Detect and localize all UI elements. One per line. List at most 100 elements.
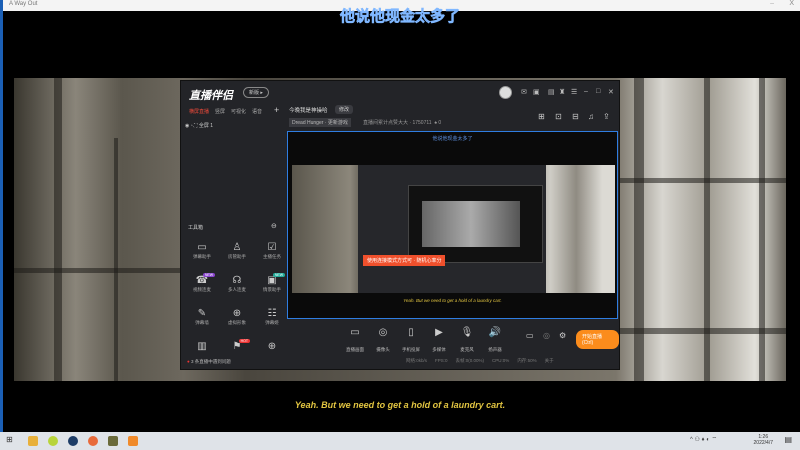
taskbar-app-icon[interactable] — [128, 436, 138, 446]
chinese-subtitle: 他说他现金太多了 — [339, 8, 461, 26]
control-5[interactable]: 🔊 扬声器 — [481, 327, 509, 356]
box-icon[interactable]: ▤ — [548, 88, 555, 96]
taskbar-app-icon[interactable] — [48, 436, 58, 446]
tool-item[interactable]: ♙ 房管助手 — [220, 242, 254, 260]
avatar[interactable] — [499, 86, 512, 99]
tab-landscape[interactable]: 横屏直播 — [189, 108, 209, 115]
status-item: 网络:0kb/s — [406, 358, 428, 363]
scene-name: 全屏 1 — [198, 123, 213, 129]
taskbar: ⊞ ^ ⚇ ♦ ◐ ⌔ 1:26 2022/4/7 ▤ — [0, 432, 800, 450]
preview-nested-app — [358, 165, 546, 293]
control-label: 手机投屏 — [402, 347, 420, 352]
help-notice[interactable]: ● 3 条直播中遇到问题 — [187, 359, 231, 365]
tool-item[interactable]: ▥ — [185, 341, 219, 353]
eye-icon[interactable]: ◎ — [543, 331, 550, 340]
camera-box-icon[interactable]: ▭ — [526, 331, 534, 340]
start-live-button[interactable]: 开始直播(Ctrl) — [576, 330, 619, 349]
room-stats: 直播间累计点赞大大 · 1750711 ♠ 0 — [363, 120, 442, 126]
help-notice-text: 3 条直播中遇到问题 — [190, 359, 231, 364]
preview-subtitle: Yeah. But we need to get a hold of a lau… — [403, 298, 502, 303]
control-3[interactable]: ▶ 多媒体 — [425, 327, 453, 356]
tool-label: 房管助手 — [228, 254, 246, 259]
record-icon[interactable]: ⊟ — [572, 112, 579, 121]
status-item: 内存:50% — [517, 358, 537, 363]
tool-label: 视频连麦 — [193, 287, 211, 292]
status-item: FPS:0 — [435, 358, 448, 363]
mail-icon[interactable]: ✉ — [521, 88, 527, 96]
tab-portrait[interactable]: 竖屏 — [215, 108, 225, 115]
tool-label: 弹幕助手 — [193, 254, 211, 259]
bell-icon[interactable]: ♫ — [588, 112, 594, 121]
tab-visual[interactable]: 可视化 — [231, 108, 246, 115]
stream-preview[interactable]: 他说他现金太多了 使用连接模式方式可 · 随机心率分 Yeah. But we … — [287, 131, 618, 319]
tool-icon: ⊕ — [232, 308, 242, 319]
control-0[interactable]: ▭ 直播画面 — [341, 327, 369, 356]
taskbar-app-icon[interactable] — [28, 436, 38, 446]
clock[interactable]: 1:26 2022/4/7 — [754, 434, 773, 446]
maximize-icon[interactable]: □ — [596, 88, 600, 95]
taskbar-app-icon[interactable] — [88, 436, 98, 446]
tool-item[interactable]: ☎ 视频连麦 NEW — [185, 273, 219, 293]
taskbar-app-icon[interactable] — [108, 436, 118, 446]
tool-label: 弹幕墙 — [195, 320, 209, 325]
window-border — [0, 11, 3, 432]
start-icon[interactable]: ⊞ — [6, 435, 13, 444]
tool-icon: ⚑ — [232, 341, 242, 352]
tool-item[interactable]: ☷ 弹幕姬 — [255, 308, 289, 326]
gift-icon[interactable]: ⊞ — [538, 112, 545, 121]
control-2[interactable]: ▯ 手机投屏 — [397, 327, 425, 356]
tool-item[interactable]: ▭ 弹幕助手 — [185, 242, 219, 260]
tool-item[interactable]: ☊ 多人连麦 — [220, 275, 254, 293]
tool-label: 弹幕姬 — [265, 320, 279, 325]
english-subtitle: Yeah. But we need to get a hold of a lau… — [294, 400, 506, 410]
tool-item[interactable]: ▣ 情景助手 NEW — [255, 273, 289, 293]
lock-icon[interactable]: ⊡ — [555, 112, 562, 121]
tool-item[interactable]: ⊕ — [255, 341, 289, 353]
minimize-icon[interactable]: – — [584, 88, 588, 95]
tool-item[interactable]: ⚑ HOT — [220, 339, 254, 353]
tool-item[interactable]: ✎ 弹幕墙 — [185, 308, 219, 326]
control-label: 麦克风 — [460, 347, 474, 352]
version-button[interactable]: 新版 ▸ — [243, 87, 269, 98]
room-title[interactable]: 今晚我是神操哈 — [289, 106, 328, 114]
tool-label: 情景助手 — [263, 287, 281, 292]
category-selector[interactable]: Dread Hunger · 更新游戏 — [289, 118, 351, 127]
close-icon[interactable]: ✕ — [608, 88, 614, 96]
share-icon[interactable]: ⇪ — [603, 112, 610, 121]
app-logo: 直播伴侣 — [189, 90, 233, 102]
tool-icon: ☷ — [267, 308, 277, 319]
status-item: 丢帧:0(0.00%) — [455, 358, 485, 363]
control-1[interactable]: ◎ 摄像头 — [369, 327, 397, 356]
menu-icon[interactable]: ☰ — [571, 88, 577, 96]
tool-label: 虚拟形象 — [228, 320, 246, 325]
tool-item[interactable]: ⊕ 虚拟形象 — [220, 308, 254, 326]
preview-scene: 使用连接模式方式可 · 随机心率分 — [292, 165, 615, 293]
taskbar-app-icon[interactable] — [68, 436, 78, 446]
preview-tip: 使用连接模式方式可 · 随机心率分 — [363, 255, 446, 266]
add-scene-button[interactable]: + — [274, 105, 279, 115]
system-tray[interactable]: ^ ⚇ ♦ ◐ ⌔ — [690, 435, 717, 443]
settings-icon[interactable]: ⚙ — [559, 331, 566, 340]
notification-icon[interactable]: ▤ — [784, 435, 792, 444]
control-icon: ▯ — [408, 327, 414, 338]
status-bar: 网络:0kb/s FPS:0 丢帧:0(0.00%) CPU:0% 内存:50% 关于 — [406, 358, 554, 364]
status-item[interactable]: 关于 — [545, 358, 554, 364]
tool-item[interactable]: ☑ 主播任务 — [255, 242, 289, 260]
clock-date: 2022/4/7 — [753, 440, 773, 446]
toolbox-more-icon[interactable]: ⊖ — [271, 222, 277, 230]
mode-tabs: 横屏直播 竖屏 可视化 语音 — [189, 108, 262, 115]
message-icon[interactable]: ▣ — [533, 88, 540, 96]
edit-title-button[interactable]: 修改 — [335, 105, 354, 114]
shirt-icon[interactable]: ♜ — [559, 88, 565, 96]
tool-icon: ▥ — [197, 341, 207, 352]
likes-count: 0 — [438, 120, 442, 126]
control-icon: ▭ — [350, 327, 360, 338]
control-4[interactable]: 🎙 麦克风 — [453, 327, 481, 356]
eye-icon[interactable]: ◉ — [185, 123, 189, 129]
tool-label: 多人连麦 — [228, 287, 246, 292]
tab-voice[interactable]: 语音 — [252, 108, 262, 115]
control-icon: 🎙 — [460, 327, 474, 338]
tool-icon: ☎ — [195, 275, 209, 286]
tool-badge: HOT — [238, 339, 250, 343]
scene-item[interactable]: ◉ ▫ ⛶ 全屏 1 — [185, 122, 213, 129]
